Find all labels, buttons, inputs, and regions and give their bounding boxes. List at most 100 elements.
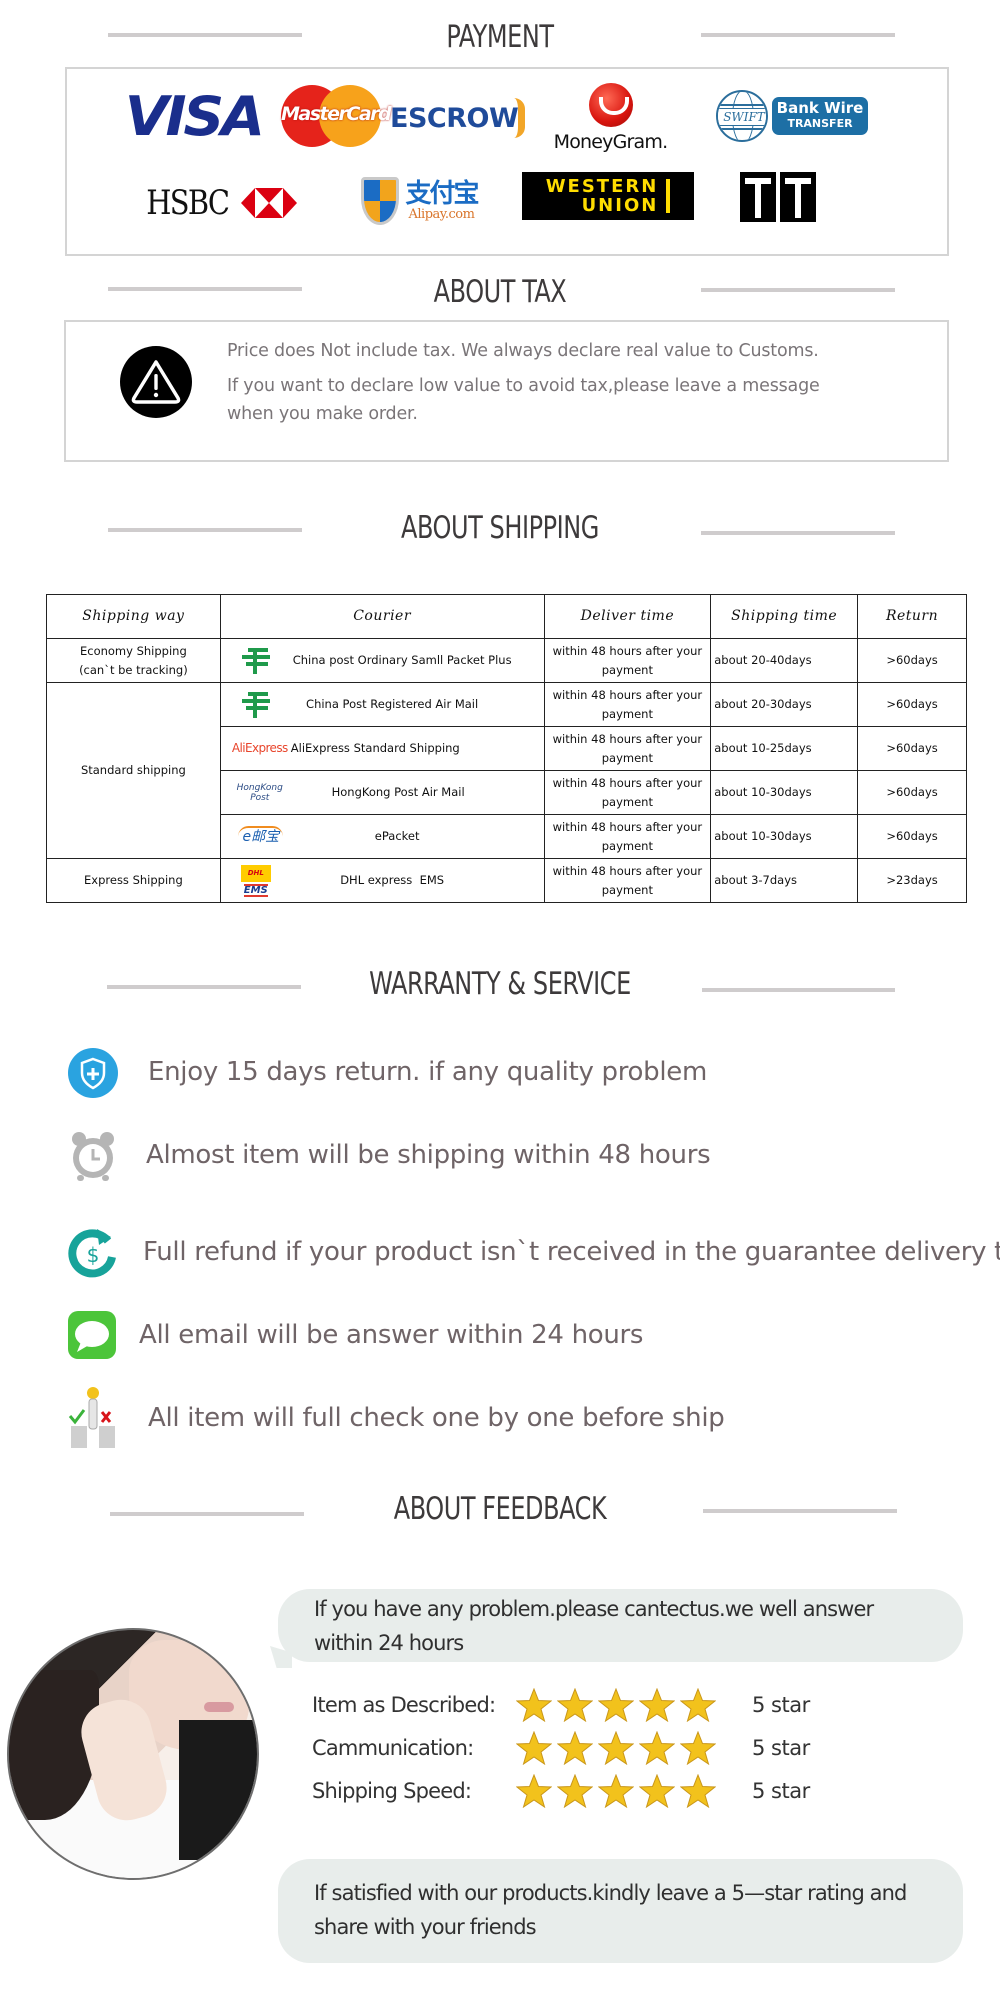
star-icon <box>516 1688 552 1722</box>
warranty-text: Almost item will be shipping within 48 h… <box>146 1140 711 1170</box>
shipping-way-line: Economy Shipping <box>79 643 187 658</box>
courier-cell: China post Ordinary Samll Packet Plus <box>219 638 545 683</box>
china-post-icon <box>241 647 270 674</box>
tax-line-3: when you make order. <box>227 404 418 424</box>
table-row: Standard shipping China Post Registered … <box>46 682 967 859</box>
tax-title: ABOUT TAX <box>433 274 567 310</box>
return-cell: >60days <box>857 682 967 727</box>
aliexpress-logo: AliExpress <box>231 741 288 755</box>
alipay-logo-text: Alipay.com <box>408 206 475 222</box>
return-cell: >23days <box>857 858 967 903</box>
rating-row: Cammunication: 5 star <box>312 1728 810 1768</box>
hsbc-logo-text: HSBC <box>145 183 230 223</box>
alarm-clock-icon <box>72 1132 114 1181</box>
warranty-text: Enjoy 15 days return. if any quality pro… <box>148 1057 707 1087</box>
star-icon <box>516 1774 552 1808</box>
shipping-title: ABOUT SHIPPING <box>401 510 599 546</box>
table-header-row: Shipping way Courier Deliver time Shippi… <box>46 594 967 639</box>
warranty-text: All email will be answer within 24 hours <box>139 1320 644 1350</box>
contact-message-line-1: If you have any problem.please cantectus… <box>314 1597 874 1621</box>
svg-text:$: $ <box>87 1243 100 1267</box>
header-courier: Courier <box>219 594 545 639</box>
bank-wire-text: Bank Wire <box>776 99 864 117</box>
mastercard-logo: MasterCard <box>281 85 392 147</box>
header-return: Return <box>857 594 967 639</box>
section-divider-right <box>703 1509 897 1513</box>
shipping-way-cell: Express Shipping <box>46 858 221 903</box>
star-icon <box>639 1688 675 1722</box>
dhl-logo: DHL <box>240 864 271 882</box>
shipping-time-cell: about 10-25days <box>710 726 859 771</box>
warranty-item: Almost item will be shipping within 48 h… <box>0 1125 1000 1185</box>
deliver-time-cell: within 48 hours after your payment <box>543 682 712 727</box>
customer-service-photo <box>7 1628 259 1880</box>
header-deliver-time: Deliver time <box>543 594 712 639</box>
western-text: WESTERN <box>545 176 659 197</box>
warranty-title: WARRANTY & SERVICE <box>369 966 631 1002</box>
shipping-time-cell: about 10-30days <box>710 770 859 815</box>
message-icon <box>68 1311 116 1359</box>
tax-line-1: Price does Not include tax. We always de… <box>227 341 819 361</box>
shipping-time-cell: about 20-40days <box>710 638 859 683</box>
star-icon <box>680 1688 716 1722</box>
shield-icon <box>361 177 400 225</box>
star-icon <box>639 1731 675 1765</box>
ems-logo: EMS <box>243 883 268 897</box>
review-request-bubble: If satisfied with our products.kindly le… <box>278 1859 963 1963</box>
star-icon <box>557 1731 593 1765</box>
deliver-time-cell: within 48 hours after your payment <box>543 638 712 683</box>
deliver-time-cell: within 48 hours after your payment <box>543 770 712 815</box>
telegraphic-transfer-logo <box>738 171 818 223</box>
shipping-way-line: (can`t be tracking) <box>79 662 188 677</box>
contact-message-line-2: within 24 hours <box>314 1631 464 1655</box>
star-rating <box>516 1688 716 1722</box>
hsbc-hexagon-icon <box>241 188 298 218</box>
tax-line-2: If you want to declare low value to avoi… <box>227 376 820 396</box>
section-divider-right <box>701 288 895 292</box>
return-cell: >60days <box>857 770 967 815</box>
warranty-text: All item will full check one by one befo… <box>148 1403 725 1433</box>
moneygram-icon <box>588 83 633 127</box>
quality-check-icon <box>68 1387 115 1448</box>
warranty-item: All email will be answer within 24 hours <box>0 1305 1000 1365</box>
star-icon <box>598 1774 634 1808</box>
tt-logo-mark <box>740 172 816 222</box>
warning-icon <box>120 346 192 418</box>
swift-bank-wire-logo: SWIFT Bank Wire TRANSFER <box>712 88 872 144</box>
table-row: Express Shipping DHL EMS DHL express EMS… <box>46 858 967 903</box>
visa-logo-text: VISA <box>124 84 264 148</box>
rating-row: Shipping Speed: 5 star <box>312 1771 810 1811</box>
return-cell: >60days <box>857 726 967 771</box>
courier-name: China post Ordinary Samll Packet Plus <box>292 653 512 667</box>
moneygram-logo: MoneyGram. <box>548 80 673 156</box>
swift-logo-text: SWIFT <box>718 108 766 126</box>
contact-message-bubble: If you have any problem.please cantectus… <box>278 1589 963 1662</box>
star-rating <box>516 1774 716 1808</box>
star-icon <box>598 1688 634 1722</box>
deliver-time-cell: within 48 hours after your payment <box>543 726 712 771</box>
rating-label: Item as Described: <box>312 1693 496 1717</box>
escrow-logo: ESCROW <box>390 98 525 138</box>
escrow-logo-text: ESCROW <box>390 102 519 134</box>
star-icon <box>557 1774 593 1808</box>
review-request-line-1: If satisfied with our products.kindly le… <box>314 1881 907 1905</box>
payment-title: PAYMENT <box>446 19 554 55</box>
header-shipping-way: Shipping way <box>46 594 221 639</box>
refund-icon: $ <box>68 1229 116 1278</box>
courier-cell: DHL EMS DHL express EMS <box>219 858 545 903</box>
warranty-item: $ Full refund if your product isn`t rece… <box>0 1222 1000 1282</box>
epacket-logo: e邮宝 <box>238 826 284 847</box>
warranty-text: Full refund if your product isn`t receiv… <box>143 1237 1000 1267</box>
courier-name: DHL express EMS <box>340 873 445 887</box>
rating-label: Cammunication: <box>312 1736 474 1760</box>
alipay-logo: 支付宝 Alipay.com <box>352 172 487 230</box>
shipping-way-cell: Standard shipping <box>46 682 221 859</box>
rating-label: Shipping Speed: <box>312 1779 472 1803</box>
return-cell: >60days <box>857 638 967 683</box>
moneygram-logo-text: MoneyGram. <box>553 131 669 153</box>
shipping-way-cell: Economy Shipping (can`t be tracking) <box>46 638 221 683</box>
table-row: Economy Shipping (can`t be tracking) Chi… <box>46 638 967 683</box>
rating-row: Item as Described: 5 star <box>312 1685 810 1725</box>
courier-name: HongKong Post Air Mail <box>331 785 465 799</box>
warranty-item: All item will full check one by one befo… <box>0 1387 1000 1448</box>
